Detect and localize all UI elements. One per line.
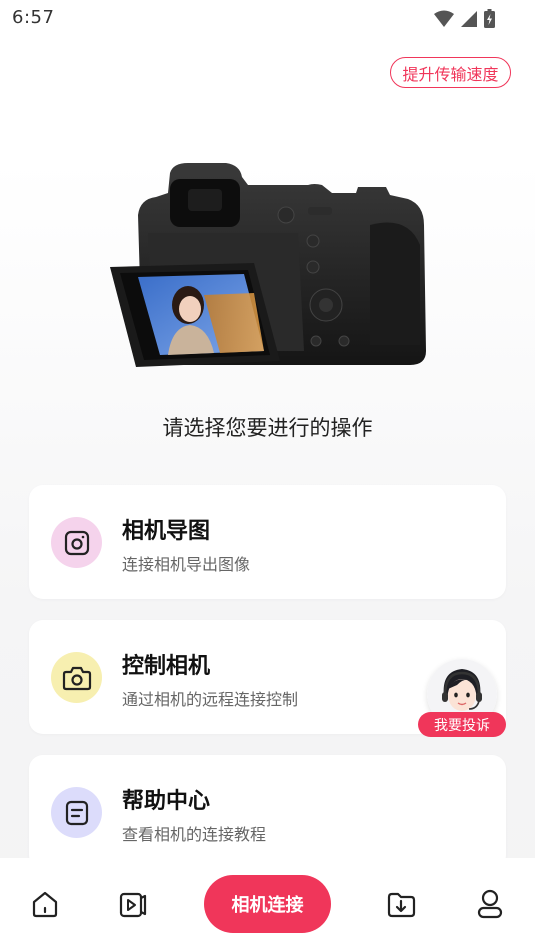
status-bar: 6:57 bbox=[0, 0, 535, 36]
camera-icon bbox=[51, 652, 102, 703]
nav-downloads[interactable] bbox=[386, 888, 416, 920]
card-title: 控制相机 bbox=[122, 654, 211, 679]
nav-profile[interactable] bbox=[475, 888, 505, 920]
complaint-button[interactable]: 我要投诉 bbox=[418, 655, 508, 739]
card-title: 帮助中心 bbox=[122, 789, 211, 814]
bottom-navigation: 相机连接 bbox=[0, 858, 535, 951]
cell-signal-icon bbox=[461, 10, 477, 27]
card-subtitle: 通过相机的远程连接控制 bbox=[122, 690, 299, 709]
nav-home[interactable] bbox=[30, 888, 60, 920]
card-help-center[interactable]: 帮助中心 查看相机的连接教程 bbox=[29, 755, 506, 869]
complaint-label: 我要投诉 bbox=[418, 712, 506, 737]
document-icon bbox=[51, 787, 102, 838]
video-icon bbox=[119, 892, 147, 918]
folder-download-icon bbox=[387, 892, 416, 918]
camera-connect-button[interactable]: 相机连接 bbox=[204, 875, 331, 933]
profile-icon bbox=[477, 889, 503, 919]
prompt-text: 请选择您要进行的操作 bbox=[162, 416, 373, 440]
camera-illustration bbox=[108, 155, 430, 375]
boost-transfer-speed-button[interactable]: 提升传输速度 bbox=[390, 57, 511, 88]
status-icons bbox=[434, 9, 495, 28]
camera-square-icon bbox=[51, 517, 102, 568]
card-camera-export[interactable]: 相机导图 连接相机导出图像 bbox=[29, 485, 506, 599]
card-title: 相机导图 bbox=[122, 519, 211, 544]
wifi-icon bbox=[434, 10, 454, 27]
card-subtitle: 查看相机的连接教程 bbox=[122, 825, 267, 844]
nav-video[interactable] bbox=[118, 888, 148, 920]
status-time: 6:57 bbox=[12, 7, 55, 28]
home-icon bbox=[32, 891, 58, 918]
battery-icon bbox=[484, 9, 495, 28]
card-subtitle: 连接相机导出图像 bbox=[122, 555, 251, 574]
